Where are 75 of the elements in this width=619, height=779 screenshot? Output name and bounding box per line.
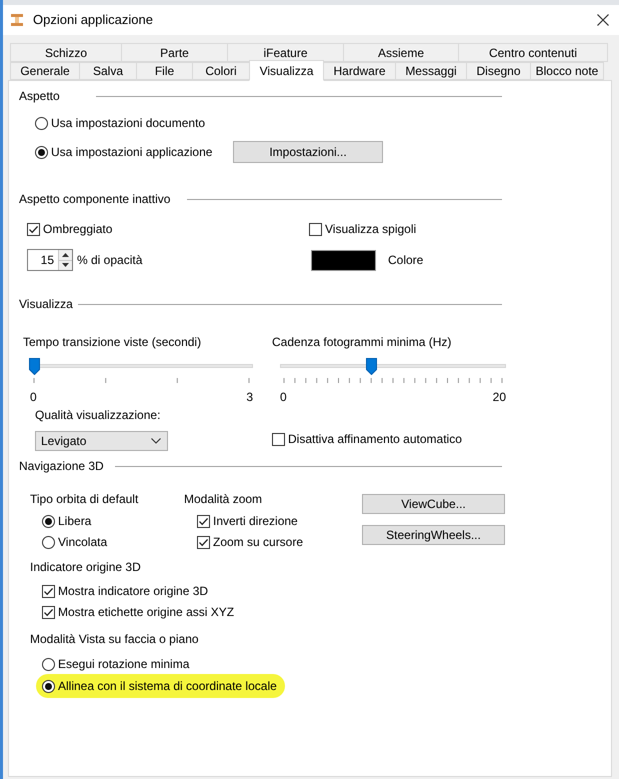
close-button[interactable] bbox=[595, 12, 611, 28]
checkbox[interactable] bbox=[27, 222, 40, 236]
option-label: Inverti direzione bbox=[213, 513, 298, 529]
scale-label: 3 bbox=[246, 389, 253, 405]
tab[interactable]: Blocco note bbox=[530, 62, 604, 80]
tab[interactable]: Generale bbox=[10, 62, 80, 80]
tab[interactable]: Messaggi bbox=[395, 62, 467, 80]
field-label: % di opacità bbox=[77, 252, 142, 268]
option-label: Ombreggiato bbox=[43, 221, 112, 237]
tab[interactable]: iFeature bbox=[227, 43, 344, 62]
scale-label: 0 bbox=[30, 389, 37, 405]
option-label: Zoom su cursore bbox=[213, 534, 304, 550]
number-spinner[interactable]: 15 bbox=[27, 249, 73, 271]
option-label: Visualizza spigoli bbox=[325, 221, 416, 237]
checkbox[interactable] bbox=[42, 584, 55, 598]
radio-button[interactable] bbox=[42, 536, 55, 548]
close-icon bbox=[597, 14, 609, 26]
slider-thumb[interactable] bbox=[366, 358, 377, 375]
tab[interactable]: Parte bbox=[121, 43, 228, 62]
checkbox[interactable] bbox=[309, 222, 322, 236]
group-label: Modalità zoom bbox=[184, 491, 264, 507]
option-label: Mostra indicatore origine 3D bbox=[58, 583, 208, 599]
checkbox[interactable] bbox=[42, 606, 55, 618]
app-icon bbox=[10, 13, 24, 27]
push-button[interactable]: ViewCube... bbox=[362, 494, 505, 514]
group-label: Indicatore origine 3D bbox=[30, 559, 142, 575]
caret-icon bbox=[151, 438, 161, 444]
slider-track[interactable] bbox=[280, 358, 506, 375]
push-button[interactable]: Impostazioni... bbox=[233, 141, 383, 163]
scale-label: 0 bbox=[280, 389, 287, 405]
tab[interactable]: File bbox=[136, 62, 193, 80]
tab[interactable]: Assieme bbox=[343, 43, 459, 62]
scale-label: 20 bbox=[492, 389, 506, 405]
down-arrow-icon bbox=[62, 263, 69, 268]
tab[interactable]: Schizzo bbox=[10, 43, 122, 62]
section-heading: Aspetto componente inattivo bbox=[19, 192, 170, 206]
radio-button[interactable] bbox=[35, 116, 48, 130]
radio-button[interactable] bbox=[35, 146, 48, 158]
option-label: Disattiva affinamento automatico bbox=[288, 431, 462, 447]
option-label: Allinea con il sistema di coordinate locale bbox=[58, 678, 277, 694]
slider-label: Cadenza fotogrammi minima (Hz) bbox=[272, 334, 452, 350]
slider-label: Tempo transizione viste (secondi) bbox=[23, 334, 202, 350]
option-label: Esegui rotazione minima bbox=[58, 656, 190, 672]
section-heading: Aspetto bbox=[19, 89, 60, 103]
window-title: Opzioni applicazione bbox=[33, 11, 153, 29]
checkbox[interactable] bbox=[197, 514, 210, 528]
option-label: Libera bbox=[58, 513, 92, 529]
radio-button[interactable] bbox=[42, 658, 55, 670]
section-heading: Navigazione 3D bbox=[19, 459, 104, 473]
push-button[interactable]: SteeringWheels... bbox=[362, 525, 505, 545]
option-label: Mostra etichette origine assi XYZ bbox=[58, 604, 234, 620]
color-swatch-icon[interactable] bbox=[311, 250, 376, 270]
tab[interactable]: Centro contenuti bbox=[458, 43, 608, 62]
group-label: Modalità Vista su faccia o piano bbox=[30, 631, 200, 647]
field-label: Qualità visualizzazione: bbox=[34, 407, 162, 423]
field-label: Colore bbox=[388, 252, 424, 268]
radio-button[interactable] bbox=[42, 514, 55, 528]
tab[interactable]: Hardware bbox=[323, 62, 396, 80]
radio-button[interactable] bbox=[42, 680, 55, 692]
slider-track[interactable] bbox=[30, 358, 253, 375]
tab[interactable]: Visualizza bbox=[249, 60, 324, 81]
tab[interactable]: Colori bbox=[192, 62, 250, 80]
dropdown[interactable]: Levigato bbox=[35, 431, 168, 451]
tab[interactable]: Disegno bbox=[466, 62, 531, 80]
spin-up-button[interactable] bbox=[59, 250, 72, 260]
option-label: Vincolata bbox=[58, 534, 108, 550]
up-arrow-icon bbox=[62, 252, 69, 257]
section-heading: Visualizza bbox=[19, 297, 73, 311]
checkbox[interactable] bbox=[197, 536, 210, 548]
tab[interactable]: Salva bbox=[79, 62, 137, 80]
checkbox[interactable] bbox=[272, 432, 285, 446]
option-label: Usa impostazioni applicazione bbox=[51, 144, 212, 160]
slider-thumb[interactable] bbox=[28, 358, 40, 375]
group-label: Tipo orbita di default bbox=[30, 491, 140, 507]
option-label: Usa impostazioni documento bbox=[51, 115, 206, 131]
